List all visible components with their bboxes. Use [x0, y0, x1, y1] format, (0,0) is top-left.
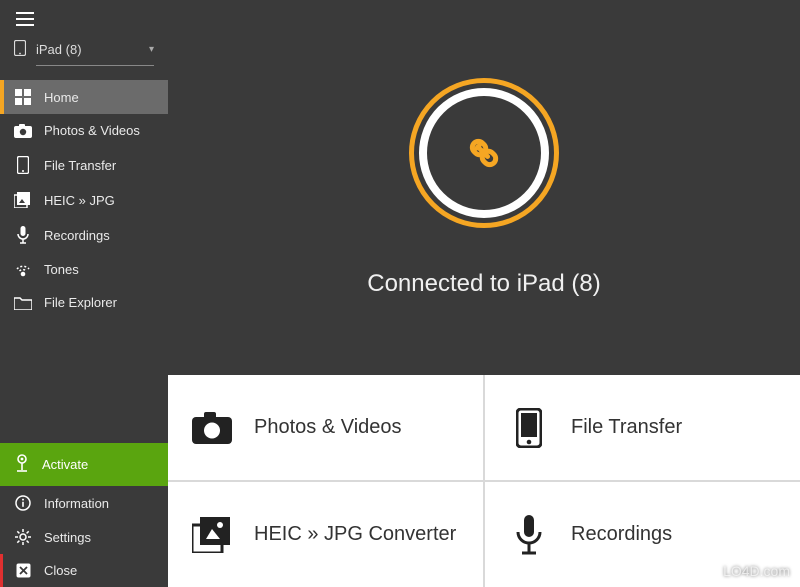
microphone-icon: [509, 515, 549, 555]
sidebar-nav: Home Photos & Videos File Transfer HEIC …: [0, 80, 168, 319]
tile-label: Recordings: [571, 523, 672, 546]
close-icon: [14, 563, 32, 578]
activate-icon: [14, 454, 30, 475]
tones-icon: [14, 263, 32, 277]
sidebar-item-label: Close: [44, 563, 77, 578]
sidebar-spacer: [0, 319, 168, 443]
microphone-icon: [14, 226, 32, 244]
tile-label: Photos & Videos: [254, 416, 402, 439]
home-grid-icon: [14, 89, 32, 105]
folder-icon: [14, 296, 32, 310]
connection-status-ring: [409, 78, 559, 228]
sidebar-item-information[interactable]: Information: [0, 486, 168, 520]
sidebar-item-heic-jpg[interactable]: HEIC » JPG: [0, 183, 168, 217]
divider: [36, 65, 154, 66]
link-icon: [462, 131, 506, 175]
image-stack-icon: [192, 517, 232, 553]
sidebar-item-label: Tones: [44, 262, 79, 277]
sidebar-item-photos-videos[interactable]: Photos & Videos: [0, 114, 168, 147]
sidebar-item-settings[interactable]: Settings: [0, 520, 168, 554]
sidebar-item-close[interactable]: Close: [0, 554, 168, 587]
sidebar-item-label: Recordings: [44, 228, 110, 243]
tile-recordings[interactable]: Recordings: [485, 482, 800, 587]
sidebar-item-label: Photos & Videos: [44, 123, 140, 138]
sidebar-footer: Information Settings Close: [0, 486, 168, 587]
sidebar-item-file-explorer[interactable]: File Explorer: [0, 286, 168, 319]
camera-icon: [192, 412, 232, 444]
hamburger-icon: [16, 12, 34, 26]
activate-button[interactable]: Activate: [0, 443, 168, 486]
sidebar-item-label: HEIC » JPG: [44, 193, 115, 208]
sidebar-item-label: Home: [44, 90, 79, 105]
sidebar-item-home[interactable]: Home: [0, 80, 168, 114]
info-icon: [14, 495, 32, 511]
sidebar-item-tones[interactable]: Tones: [0, 253, 168, 286]
app-window: iPad (8) ▾ Home Photos & Videos: [0, 0, 800, 587]
tiles-grid: Photos & Videos File Transfer HEIC » JPG…: [168, 375, 800, 587]
sidebar-item-label: Information: [44, 496, 109, 511]
phone-icon: [509, 408, 549, 448]
tile-photos-videos[interactable]: Photos & Videos: [168, 375, 483, 480]
main-content: Connected to iPad (8) Photos & Videos Fi…: [168, 0, 800, 587]
chevron-down-icon: ▾: [149, 44, 154, 55]
camera-icon: [14, 124, 32, 138]
device-name: iPad (8): [36, 42, 82, 57]
sidebar-item-label: File Explorer: [44, 295, 117, 310]
sidebar-item-label: File Transfer: [44, 158, 116, 173]
device-selector[interactable]: iPad (8) ▾: [0, 34, 168, 63]
hero-panel: Connected to iPad (8): [168, 0, 800, 375]
tile-heic-jpg-converter[interactable]: HEIC » JPG Converter: [168, 482, 483, 587]
hamburger-menu-button[interactable]: [0, 0, 168, 34]
tablet-icon: [14, 40, 26, 59]
sidebar-item-recordings[interactable]: Recordings: [0, 217, 168, 253]
gear-icon: [14, 529, 32, 545]
sidebar-item-file-transfer[interactable]: File Transfer: [0, 147, 168, 183]
tile-file-transfer[interactable]: File Transfer: [485, 375, 800, 480]
tile-label: File Transfer: [571, 416, 682, 439]
sidebar: iPad (8) ▾ Home Photos & Videos: [0, 0, 168, 587]
activate-label: Activate: [42, 457, 88, 472]
image-stack-icon: [14, 192, 32, 208]
connection-status-text: Connected to iPad (8): [367, 270, 600, 298]
tile-label: HEIC » JPG Converter: [254, 523, 456, 546]
sidebar-item-label: Settings: [44, 530, 91, 545]
phone-icon: [14, 156, 32, 174]
